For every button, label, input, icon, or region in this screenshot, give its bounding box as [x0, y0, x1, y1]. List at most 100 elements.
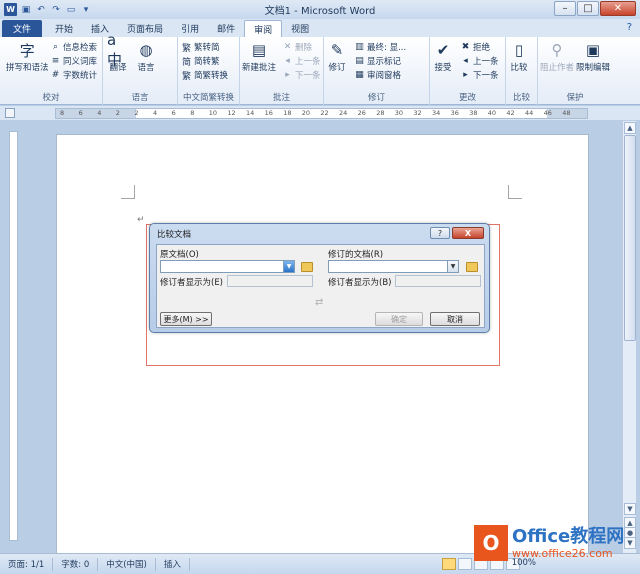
group-tracking: ✎ 修订 ▥ 最终: 显... ▤ 显示标记 ▦ 审阅窗格 修订 [324, 37, 430, 105]
ruler-number: 36 [450, 109, 459, 117]
ruler-number: 28 [376, 109, 385, 117]
restrict-editing-button[interactable]: ▣ 限制编辑 [576, 39, 610, 73]
more-button[interactable]: 更多(M) >> [160, 312, 212, 326]
ruler-number: 10 [208, 109, 218, 117]
maximize-button[interactable]: □ [577, 1, 599, 16]
reviewing-pane-button[interactable]: ▦ 审阅窗格 [354, 69, 401, 81]
ruler-number: 18 [283, 109, 292, 117]
new-comment-button[interactable]: ▤ 新建批注 [242, 39, 276, 73]
track-changes-button[interactable]: ✎ 修订 [326, 39, 348, 73]
office-logo-icon: O [474, 525, 508, 561]
save-icon[interactable]: ▣ [20, 4, 32, 16]
status-language[interactable]: 中文(中国) [98, 557, 156, 571]
cancel-button[interactable]: 取消 [430, 312, 480, 326]
delete-comment-button[interactable]: ✕ 删除 [282, 41, 312, 53]
vertical-ruler[interactable] [9, 131, 18, 541]
spelling-button[interactable]: 字 拼写和语法 [6, 39, 49, 74]
close-button[interactable]: ✕ [600, 1, 636, 16]
ruler-number: 26 [357, 109, 366, 117]
window-title: 文档1 - Microsoft Word [264, 6, 376, 17]
swap-documents-icon[interactable]: ⇄ [315, 297, 323, 308]
open-folder-icon[interactable]: ▭ [65, 4, 77, 16]
help-icon[interactable]: ? [627, 22, 632, 33]
next-change-button[interactable]: ▸ 下一条 [460, 69, 498, 81]
group-changes: ✔ 接受 ✖ 拒绝 ◂ 上一条 ▸ 下一条 更改 [430, 37, 506, 105]
compare-button[interactable]: ▯ 比较 [508, 39, 530, 73]
tab-references[interactable]: 引用 [172, 20, 208, 37]
tab-file[interactable]: 文件 [2, 20, 43, 37]
reject-icon: ✖ [461, 42, 470, 52]
spelling-icon: 字 [19, 41, 35, 60]
next-change-icon: ▸ [463, 70, 468, 80]
previous-comment-icon: ◂ [285, 56, 290, 66]
show-markup-button[interactable]: ▤ 显示标记 [354, 55, 401, 67]
scroll-up-button[interactable]: ▲ [624, 122, 636, 134]
document-page[interactable]: ↵ [56, 134, 589, 553]
reject-button[interactable]: ✖ 拒绝 [460, 41, 490, 53]
original-changes-by-field[interactable] [227, 275, 313, 287]
previous-change-icon: ◂ [463, 56, 468, 66]
chevron-down-icon[interactable]: ▼ [283, 261, 294, 272]
convert-button[interactable]: 繁简繁转换 [181, 69, 228, 82]
next-comment-button[interactable]: ▸ 下一条 [282, 69, 320, 81]
customize-qat-icon[interactable]: ▾ [80, 4, 92, 16]
research-button[interactable]: ⌕ 信息检索 [50, 41, 97, 53]
ruler-number: 6 [78, 109, 83, 117]
tab-home[interactable]: 开始 [46, 20, 82, 37]
word-count-icon: # [51, 70, 60, 80]
status-word-count[interactable]: 字数: 0 [53, 557, 99, 571]
ruler-number: 30 [394, 109, 404, 117]
to-simplified-button[interactable]: 繁繁转简 [181, 41, 220, 54]
undo-icon[interactable]: ↶ [35, 4, 47, 16]
accept-button[interactable]: ✔ 接受 [432, 39, 454, 73]
status-insert-mode[interactable]: 插入 [156, 557, 190, 571]
block-authors-button[interactable]: ⚲ 阻止作者 [540, 39, 574, 73]
to-traditional-button[interactable]: 简简转繁 [181, 55, 220, 68]
translate-button[interactable]: a中 翻译 [107, 30, 129, 74]
ruler-number: 8 [190, 109, 195, 117]
compare-icon: ▯ [514, 41, 524, 59]
dialog-body: 原文档(O) ▼ 修订者显示为(E) 修订的文档(R) ▼ 修订者显示为(B) … [156, 244, 485, 328]
revised-changes-by-field[interactable] [395, 275, 481, 287]
ruler-number: 22 [320, 109, 329, 117]
previous-comment-button[interactable]: ◂ 上一条 [282, 55, 320, 67]
translate-icon: a中 [107, 30, 123, 69]
minimize-button[interactable]: – [554, 1, 576, 16]
ok-button[interactable]: 确定 [375, 312, 423, 326]
word-count-button[interactable]: # 字数统计 [50, 69, 97, 81]
tab-mailings[interactable]: 邮件 [208, 20, 244, 37]
thesaurus-button[interactable]: ≡ 同义词库 [50, 55, 97, 67]
print-layout-view-button[interactable] [442, 558, 456, 570]
dialog-close-button[interactable]: X [452, 227, 484, 239]
ruler-number: 44 [525, 109, 534, 117]
open-revised-folder-icon[interactable] [466, 262, 478, 272]
vertical-scrollbar[interactable]: ▲ ▼ ▲ ● ▼ [622, 121, 636, 553]
tab-selector-button[interactable] [5, 108, 15, 118]
redo-icon[interactable]: ↷ [50, 4, 62, 16]
full-screen-view-button[interactable] [458, 558, 472, 570]
ruler-number: 6 [171, 109, 176, 117]
globe-icon: ◍ [139, 41, 153, 59]
lock-icon: ▣ [585, 41, 601, 59]
chevron-down-icon[interactable]: ▼ [447, 261, 458, 272]
original-document-combo[interactable]: ▼ [160, 260, 295, 273]
status-page[interactable]: 页面: 1/1 [0, 557, 54, 571]
compare-documents-dialog: 比较文档 ? X 原文档(O) ▼ 修订者显示为(E) 修订的文档(R) ▼ 修… [149, 223, 490, 333]
previous-change-button[interactable]: ◂ 上一条 [460, 55, 498, 67]
ruler-number: 48 [562, 109, 571, 117]
horizontal-ruler[interactable]: 8 6 4 2 2 4 6 8 10 12 14 16 18 20 22 24 26 28 30 32 34 36 38 40… [55, 108, 588, 119]
tab-review[interactable]: 审阅 [244, 20, 283, 37]
group-chinese-conversion: 繁繁转简 简简转繁 繁简繁转换 中文简繁转换 [178, 37, 240, 105]
scroll-thumb[interactable] [624, 135, 636, 341]
open-original-folder-icon[interactable] [301, 262, 313, 272]
block-authors-icon: ⚲ [551, 41, 563, 59]
dialog-help-button[interactable]: ? [430, 227, 450, 239]
to-traditional-icon: 简 [181, 57, 191, 68]
language-button[interactable]: ◍ 语言 [135, 39, 157, 73]
new-comment-icon: ▤ [251, 41, 267, 59]
tab-view[interactable]: 视图 [282, 20, 318, 37]
word-logo-icon[interactable]: W [4, 3, 17, 16]
revised-document-combo[interactable]: ▼ [328, 260, 459, 273]
scroll-down-button[interactable]: ▼ [624, 503, 636, 515]
display-for-review-dropdown[interactable]: ▥ 最终: 显... [354, 41, 406, 53]
